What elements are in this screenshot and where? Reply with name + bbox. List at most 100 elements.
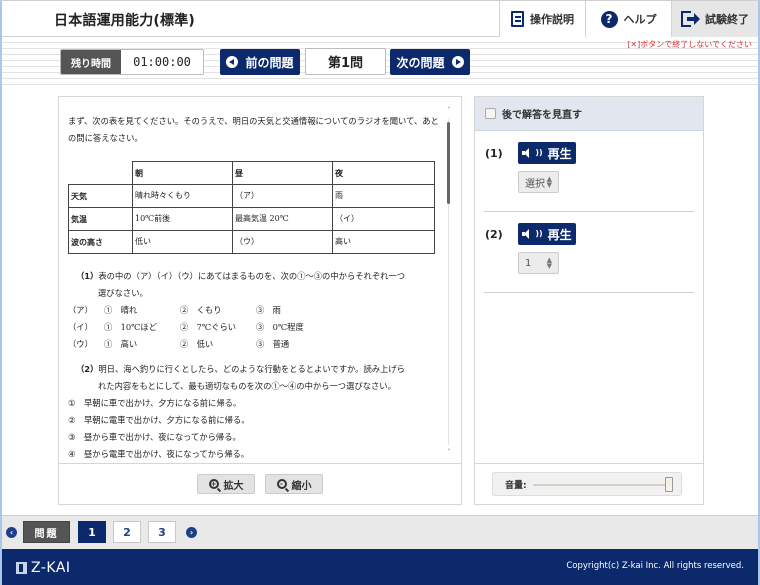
option: ① 10℃ほど [104,322,158,332]
logo-text: Z-KAI [31,560,71,576]
option: ③ 雨 [256,305,281,315]
choice-text: 昼から車で出かけ、夜になってから帰る。 [84,432,241,442]
table-header-cell: 夜 [332,161,435,185]
page-button-3[interactable]: 3 [148,521,176,543]
nav-prev-icon[interactable]: ‹ [6,527,17,538]
review-checkbox[interactable] [485,108,496,119]
zoom-in-button[interactable]: + 拡大 [197,474,255,494]
table-cell: 最高気温 20℃ [232,207,333,231]
timer-value: 01:00:00 [133,55,191,69]
document-icon [511,11,524,27]
question-navigator: ‹ 問題 1 2 3 › [2,515,758,549]
answer-item-2: (2) )) 再生 1 ▲ ▼ [484,212,694,293]
table-header-cell: 朝 [132,161,233,185]
table-cell: 気温 [68,207,133,231]
option-label: （イ） [68,322,93,332]
option-label: （ウ） [68,339,93,349]
play-label: 再生 [547,146,572,161]
volume-slider-track[interactable] [533,484,669,486]
zoom-out-button[interactable]: - 縮小 [265,474,323,494]
choice-text: 昼から電車で出かけ、夜になってから帰る。 [84,449,250,459]
choice-number: ① [68,398,76,408]
table-header-cell: 昼 [232,161,333,185]
sub-question-number: （2） [76,364,99,374]
zoom-out-label: 縮小 [291,480,312,492]
sub-question-text-cont: れた内容をもとにして、最も適切なものを次の①～④の中から一つ選びなさい。 [98,381,396,391]
page-button-2[interactable]: 2 [113,521,141,543]
weather-table: 朝 昼 夜 天気 晴れ時々くもり （ア） 雨 気温 10℃前後 最高気温 20℃… [68,161,435,254]
prev-question-button[interactable]: 前の問題 [220,49,300,75]
sound-waves-icon: )) [535,148,543,157]
option: ② 低い [180,339,214,349]
logo-mark-icon [16,562,27,574]
review-later-toggle[interactable]: 後で解答を見直す [475,97,703,131]
play-label: 再生 [547,227,572,242]
volume-label: 音量: [505,480,527,491]
remaining-time: 残り時間 01:00:00 [60,49,204,75]
option-row: （イ） ① 10℃ほど ② 7℃ぐらい ③ 0℃程度 [68,319,443,336]
zoom-in-label: 拡大 [223,480,244,492]
exit-exam-button[interactable]: 試験終了 [671,1,758,37]
zoom-in-icon: + [208,479,219,489]
question-intro: まず、次の表を見てください。そのうえで、明日の天気と交通情報についてのラジオを聞… [68,116,439,143]
option: ① 晴れ [104,305,138,315]
choice-text: 早朝に電車で出かけ、夕方になる前に帰る。 [84,415,250,425]
help-button[interactable]: ? ヘルプ [585,1,671,37]
exit-button-label: 試験終了 [705,13,749,26]
answer-label: (2) [485,228,503,241]
table-cell: （ウ） [232,230,333,254]
question-content: まず、次の表を見てください。そのうえで、明日の天気と交通情報についてのラジオを聞… [59,97,443,463]
play-audio-button[interactable]: )) 再生 [518,142,576,164]
manual-button[interactable]: 操作説明 [499,1,585,37]
close-warning: [✕]ボタンで終了しないでください [627,40,752,49]
answer-select[interactable]: 1 ▲ ▼ [518,252,559,274]
scroll-down-icon[interactable]: ˅ [445,449,453,457]
play-audio-button[interactable]: )) 再生 [518,223,576,245]
option: ① 高い [104,339,138,349]
answer-label: (1) [485,147,503,160]
table-cell: 晴れ時々くもり [132,184,233,208]
timer-label: 残り時間 [61,50,121,74]
answer-item-1: (1) )) 再生 選択 ▲ ▼ [484,131,694,212]
volume-control: 音量: [492,472,682,496]
choice-item: ① 早朝に車で出かけ、夕方になる前に帰る。 [68,395,443,412]
volume-slider-thumb[interactable] [665,477,673,492]
question-scrollbar[interactable]: ˄ ˅ [445,107,453,457]
speaker-icon [522,148,534,158]
question-panel: まず、次の表を見てください。そのうえで、明日の天気と交通情報についてのラジオを聞… [58,96,462,505]
sub-question-number: （1） [76,271,99,281]
table-row: 天気 晴れ時々くもり （ア） 雨 [68,184,435,208]
choice-text: 早朝に車で出かけ、夕方になる前に帰る。 [84,398,242,408]
sub-question-1: （1）表の中の（ア）（イ）（ウ）にあてはまるものを、次の①～③の中からそれぞれ一… [68,268,443,353]
answer-select[interactable]: 選択 ▲ ▼ [518,171,559,193]
sound-waves-icon: )) [535,229,543,238]
review-label: 後で解答を見直す [502,110,582,121]
main-area: まず、次の表を見てください。そのうえで、明日の天気と交通情報についてのラジオを聞… [2,87,758,515]
table-cell: 天気 [68,184,133,208]
scroll-up-icon[interactable]: ˄ [445,107,453,115]
table-cell: 高い [332,230,435,254]
page-button-1[interactable]: 1 [78,521,106,543]
sub-question-text: 表の中の（ア）（イ）（ウ）にあてはまるものを、次の①～③の中からそれぞれ一つ [98,271,406,281]
section-label: 問題 [23,521,70,543]
volume-area: 音量: [475,463,703,504]
answer-panel: 後で解答を見直す (1) )) 再生 選択 ▲ ▼ (2) )) 再生 1 ▲ ▼ [474,96,704,505]
choice-number: ④ [68,449,76,459]
sub-question-text: 明日、海へ釣りに行くとしたら、どのような行動をとるとよいですか。読み上げら [98,364,405,374]
toolbar: [✕]ボタンで終了しないでください 残り時間 01:00:00 前の問題 第1問… [2,37,758,87]
help-icon: ? [600,10,618,28]
zkai-logo: Z-KAI [16,560,71,576]
next-question-button[interactable]: 次の問題 [390,49,470,75]
exit-icon [681,11,700,27]
choice-item: ③ 昼から車で出かけ、夜になってから帰る。 [68,429,443,446]
option: ② 7℃ぐらい [180,322,237,332]
table-cell: 雨 [332,184,435,208]
choice-number: ③ [68,432,76,442]
table-row: 波の高さ 低い （ウ） 高い [68,230,435,254]
option-row: （ウ） ① 高い ② 低い ③ 普通 [68,336,443,353]
scroll-thumb[interactable] [447,122,450,204]
nav-next-icon[interactable]: › [186,527,197,538]
option: ③ 普通 [256,339,290,349]
speaker-icon [522,229,534,239]
select-arrows-icon: ▲ ▼ [546,256,552,270]
